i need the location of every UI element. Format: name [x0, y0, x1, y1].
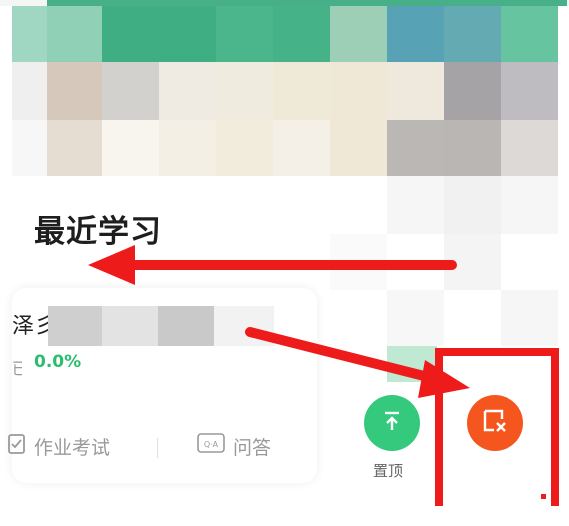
progress-label: 已	[12, 359, 22, 378]
progress-value: 0.0%	[34, 352, 82, 372]
pin-top-icon	[380, 409, 404, 437]
homework-exam-label: 作业考试	[34, 437, 111, 459]
homework-icon	[8, 434, 26, 459]
qa-button[interactable]: Q·A 问答	[197, 433, 271, 460]
course-name: 泽彡	[12, 314, 48, 339]
course-card[interactable]: 泽彡 已 0.0% 作业考试 Q·A 问答	[8, 288, 317, 483]
action-divider	[157, 438, 158, 458]
pin-top-label: 置顶	[373, 462, 404, 480]
qa-icon: Q·A	[197, 433, 225, 460]
annotation-highlight-box	[435, 348, 559, 506]
qa-label: 问答	[233, 437, 272, 459]
svg-text:Q·A: Q·A	[204, 440, 219, 449]
pin-top-button[interactable]	[364, 395, 420, 451]
blurred-course-title	[48, 306, 274, 346]
section-title-recent-study: 最近学习	[34, 214, 162, 250]
homework-exam-button[interactable]: 作业考试	[8, 433, 110, 460]
